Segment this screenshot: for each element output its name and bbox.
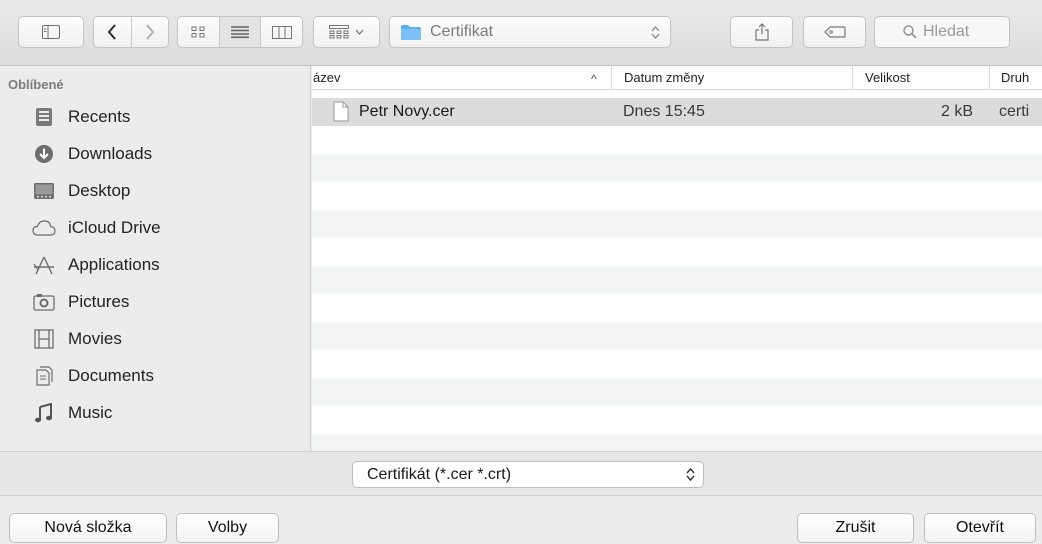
sidebar-toggle-button[interactable] (18, 16, 84, 48)
document-icon (333, 101, 349, 122)
share-button[interactable] (730, 16, 793, 48)
icloud-icon (32, 216, 56, 240)
sidebar-item-desktop[interactable]: Desktop (0, 174, 310, 208)
current-folder-label: Certifikat (430, 23, 494, 40)
sidebar-item-applications[interactable]: Applications (0, 248, 310, 282)
column-view-button[interactable] (261, 17, 302, 47)
file-format-select[interactable]: Certifikát (*.cer *.crt) (352, 461, 704, 488)
empty-row (312, 378, 1042, 406)
movies-icon (32, 327, 56, 351)
columns-icon (271, 25, 292, 39)
grid-icon (191, 26, 205, 38)
applications-icon (32, 253, 56, 277)
options-button[interactable]: Volby (176, 513, 279, 543)
desktop-icon (32, 179, 56, 203)
empty-row (312, 126, 1042, 154)
toolbar: Certifikat Hledat (0, 0, 1042, 66)
sidebar-item-label: Applications (68, 255, 160, 274)
view-mode-control (177, 16, 303, 48)
sidebar-item-label: Documents (68, 366, 154, 385)
sidebar-item-movies[interactable]: Movies (0, 322, 310, 356)
updown-arrows-icon (651, 25, 660, 40)
nav-buttons (93, 16, 169, 48)
sidebar-item-music[interactable]: Music (0, 396, 310, 430)
search-icon (903, 25, 917, 39)
sidebar-item-icloud-drive[interactable]: iCloud Drive (0, 211, 310, 245)
empty-row (312, 182, 1042, 210)
chevron-left-icon (107, 24, 117, 40)
sidebar-item-label: Music (68, 403, 113, 422)
sidebar: Oblíbené Recents Downloads Desktop iClou… (0, 66, 311, 451)
sidebar-item-label: Downloads (68, 144, 153, 163)
group-by-button[interactable] (313, 16, 380, 48)
empty-row (312, 434, 1042, 451)
sidebar-heading: Oblíbené (8, 77, 64, 92)
empty-row (312, 406, 1042, 434)
sidebar-item-label: Pictures (68, 292, 130, 311)
file-row[interactable]: Petr Novy.cer Dnes 15:45 2 kB certi (312, 98, 1042, 126)
column-date-header[interactable]: Datum změny (611, 66, 852, 90)
file-name: Petr Novy.cer (359, 103, 455, 120)
forward-button[interactable] (132, 17, 169, 47)
empty-row (312, 322, 1042, 350)
open-button[interactable]: Otevřít (924, 513, 1036, 543)
file-kind: certi (999, 103, 1030, 120)
column-kind-header[interactable]: Druh (989, 66, 1042, 90)
sidebar-item-recents[interactable]: Recents (0, 100, 310, 134)
sidebar-item-downloads[interactable]: Downloads (0, 137, 310, 171)
folder-icon (400, 24, 422, 41)
recents-icon (32, 105, 56, 129)
tag-icon (823, 26, 846, 38)
sidebar-item-label: Desktop (68, 181, 131, 200)
sidebar-item-label: iCloud Drive (68, 218, 161, 237)
icon-view-button[interactable] (178, 17, 220, 47)
share-icon (754, 23, 769, 41)
file-format-value: Certifikát (*.cer *.crt) (367, 466, 512, 483)
file-list: ázev ^ Datum změny Velikost Druh Petr No… (312, 66, 1042, 451)
dialog-footer: Nová složka Volby Zrušit Otevřít (0, 496, 1042, 544)
cancel-button[interactable]: Zrušit (797, 513, 914, 543)
sidebar-item-label: Recents (68, 107, 131, 126)
column-name-label: ázev (313, 70, 341, 85)
column-size-label: Velikost (865, 70, 910, 85)
sidebar-item-pictures[interactable]: Pictures (0, 285, 310, 319)
sidebar-item-documents[interactable]: Documents (0, 359, 310, 393)
search-field[interactable]: Hledat (874, 16, 1010, 48)
search-placeholder: Hledat (923, 23, 970, 40)
column-date-label: Datum změny (624, 70, 705, 85)
chevron-down-icon (355, 29, 364, 35)
empty-row (312, 350, 1042, 378)
new-folder-button[interactable]: Nová složka (9, 513, 167, 543)
path-popup[interactable]: Certifikat (389, 16, 671, 48)
chevron-right-icon (145, 24, 155, 40)
list-icon (231, 26, 249, 38)
sort-ascending-icon: ^ (591, 72, 597, 86)
list-view-button[interactable] (219, 17, 262, 47)
empty-row (312, 294, 1042, 322)
tags-button[interactable] (803, 16, 866, 48)
empty-row (312, 238, 1042, 266)
music-icon (32, 401, 56, 425)
format-bar: Certifikát (*.cer *.crt) (0, 451, 1042, 496)
sidebar-item-label: Movies (68, 329, 122, 348)
column-size-header[interactable]: Velikost (852, 66, 989, 90)
sidebar-icon (42, 25, 60, 39)
back-button[interactable] (94, 17, 132, 47)
group-grid-icon (329, 25, 349, 39)
updown-arrows-icon (686, 467, 695, 482)
empty-row (312, 266, 1042, 294)
pictures-icon (32, 290, 56, 314)
documents-icon (32, 364, 56, 388)
empty-row (312, 210, 1042, 238)
file-date: Dnes 15:45 (623, 103, 705, 120)
empty-row (312, 154, 1042, 182)
column-header: ázev ^ Datum změny Velikost Druh (312, 66, 1042, 90)
downloads-icon (32, 142, 56, 166)
column-kind-label: Druh (1001, 70, 1030, 85)
file-size: 2 kB (940, 103, 973, 120)
column-name-header[interactable]: ázev ^ (312, 66, 612, 90)
